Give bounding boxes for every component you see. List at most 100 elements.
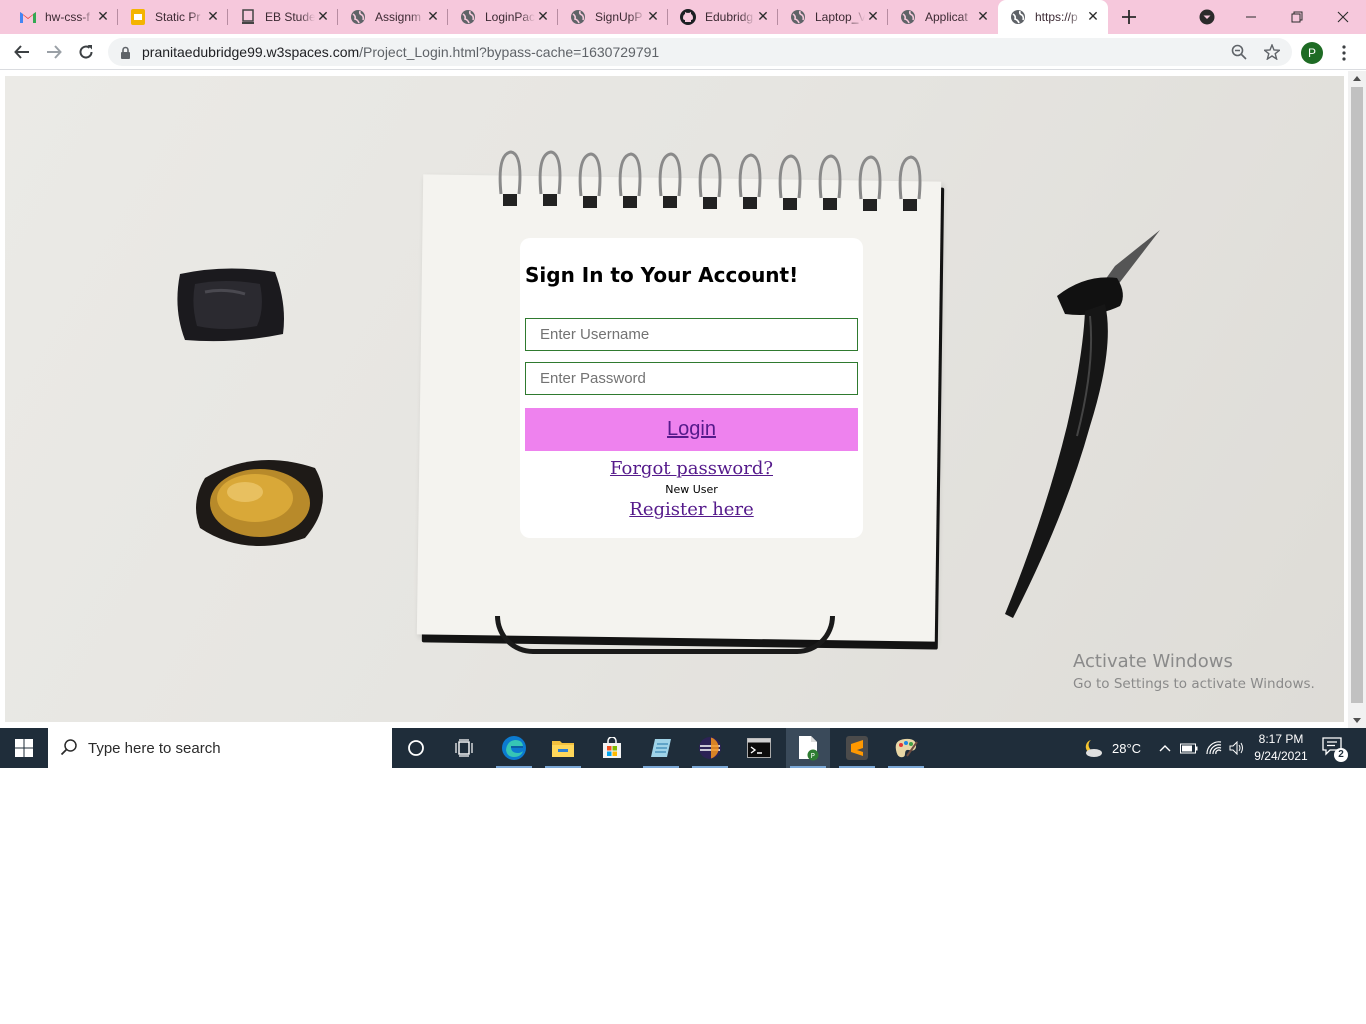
chevron-up-icon <box>1159 745 1171 752</box>
new-user-text: New User <box>665 483 718 496</box>
close-tab-icon[interactable]: ✕ <box>866 10 880 24</box>
taskbar-clock[interactable]: 8:17 PM 9/24/2021 <box>1250 731 1312 765</box>
close-tab-icon[interactable]: ✕ <box>536 10 550 24</box>
bookmark-star-icon[interactable] <box>1262 42 1282 62</box>
scroll-down-icon[interactable] <box>1353 718 1361 723</box>
battery-icon <box>1180 743 1198 754</box>
notification-count-badge: 2 <box>1334 748 1348 762</box>
back-button[interactable] <box>9 39 35 65</box>
register-link[interactable]: Register here <box>520 499 863 520</box>
address-bar[interactable]: pranitaedubridge99.w3spaces.com/Project_… <box>108 38 1292 66</box>
tab-gmail[interactable]: hw-css-f ✕ <box>8 0 118 34</box>
arrow-right-icon <box>47 45 62 59</box>
close-tab-icon[interactable]: ✕ <box>646 10 660 24</box>
new-tab-button[interactable] <box>1116 0 1142 34</box>
close-tab-icon[interactable]: ✕ <box>976 10 990 24</box>
password-input[interactable] <box>525 362 858 395</box>
reload-button[interactable] <box>73 39 99 65</box>
tab-active-login[interactable]: https://p ✕ <box>998 0 1108 34</box>
restore-button[interactable] <box>1278 0 1316 34</box>
tab-title: Laptop_V <box>815 10 865 24</box>
plus-icon <box>1122 10 1136 24</box>
weather-widget[interactable] <box>1072 728 1112 768</box>
close-tab-icon[interactable]: ✕ <box>96 10 110 24</box>
tab-title: Edubridg <box>705 10 754 24</box>
close-tab-icon[interactable]: ✕ <box>206 10 220 24</box>
login-heading: Sign In to Your Account! <box>525 263 799 287</box>
forgot-password-link[interactable]: Forgot password? <box>520 458 863 479</box>
close-tab-icon[interactable]: ✕ <box>316 10 330 24</box>
page-scrollbar[interactable] <box>1348 71 1366 728</box>
battery-button[interactable] <box>1178 728 1200 768</box>
wifi-button[interactable] <box>1203 728 1225 768</box>
tab-static-project[interactable]: Static Pr ✕ <box>118 0 228 34</box>
svg-text:P: P <box>811 752 815 760</box>
start-button[interactable] <box>0 728 48 768</box>
moon-cloud-icon <box>1085 740 1102 757</box>
gmail-icon <box>20 9 36 25</box>
tab-search-icon <box>1199 9 1215 25</box>
paint-icon <box>895 738 918 758</box>
eb-icon <box>240 9 256 25</box>
tab-edubridge-github[interactable]: Edubridg ✕ <box>668 0 778 34</box>
github-icon <box>680 9 696 25</box>
taskbar-store[interactable] <box>590 728 634 768</box>
action-center-button[interactable]: 2 <box>1322 736 1348 762</box>
running-indicator <box>496 766 532 768</box>
taskbar-notepad-app[interactable] <box>639 728 683 768</box>
taskbar-search[interactable]: Type here to search <box>48 728 392 768</box>
taskbar-paint[interactable] <box>884 728 928 768</box>
taskbar-terminal[interactable] <box>737 728 781 768</box>
store-icon <box>603 737 621 758</box>
forward-button[interactable] <box>41 39 67 65</box>
notepad-app-icon <box>651 739 671 757</box>
eclipse-icon <box>699 737 721 759</box>
scrollbar-thumb[interactable] <box>1351 87 1363 703</box>
tab-search-button[interactable] <box>1195 0 1219 34</box>
tab-assignment[interactable]: Assignm ✕ <box>338 0 448 34</box>
zoom-icon[interactable] <box>1229 42 1249 62</box>
cortana-button[interactable] <box>394 728 438 768</box>
url-path: /Project_Login.html?bypass-cache=1630729… <box>359 44 660 60</box>
tab-title: Static Pr <box>155 10 201 24</box>
taskbar-file-explorer[interactable] <box>541 728 585 768</box>
running-indicator <box>692 766 728 768</box>
running-indicator <box>790 766 826 768</box>
taskbar-edge[interactable] <box>492 728 536 768</box>
globe-icon <box>1010 9 1026 25</box>
weather-temperature[interactable]: 28°C <box>1112 728 1141 768</box>
globe-icon <box>900 9 916 25</box>
profile-avatar[interactable]: P <box>1301 42 1323 64</box>
search-icon <box>60 739 77 756</box>
notepad-band <box>495 616 835 654</box>
username-input[interactable] <box>525 318 858 351</box>
search-placeholder: Type here to search <box>88 740 221 757</box>
taskbar-sublime[interactable] <box>835 728 879 768</box>
close-window-button[interactable] <box>1324 0 1362 34</box>
task-view-button[interactable] <box>442 728 486 768</box>
scroll-up-icon[interactable] <box>1353 76 1361 81</box>
show-hidden-icons-button[interactable] <box>1156 728 1174 768</box>
login-button[interactable]: Login <box>525 408 858 451</box>
browser-menu-button[interactable] <box>1336 42 1352 64</box>
taskbar-notepadpp[interactable]: P <box>786 728 830 768</box>
tab-laptop[interactable]: Laptop_V ✕ <box>778 0 888 34</box>
close-tab-icon[interactable]: ✕ <box>756 10 770 24</box>
tab-eb-student[interactable]: EB Stude ✕ <box>228 0 338 34</box>
tab-application[interactable]: Applicat ✕ <box>888 0 998 34</box>
running-indicator <box>839 766 875 768</box>
lock-icon <box>120 45 131 64</box>
close-tab-icon[interactable]: ✕ <box>426 10 440 24</box>
close-icon <box>1337 11 1349 23</box>
login-card: Sign In to Your Account! Login Forgot pa… <box>520 238 863 538</box>
file-explorer-icon <box>552 741 574 757</box>
taskbar-eclipse[interactable] <box>688 728 732 768</box>
close-tab-icon[interactable]: ✕ <box>1086 10 1100 24</box>
tab-title: Assignm <box>375 10 422 24</box>
volume-button[interactable] <box>1226 728 1248 768</box>
ink-pot-image <box>177 268 284 342</box>
url-host: pranitaedubridge99.w3spaces.com <box>142 44 360 60</box>
minimize-button[interactable] <box>1232 0 1270 34</box>
tab-login-page[interactable]: LoginPac ✕ <box>448 0 558 34</box>
tab-signup-page[interactable]: SignUpP ✕ <box>558 0 668 34</box>
